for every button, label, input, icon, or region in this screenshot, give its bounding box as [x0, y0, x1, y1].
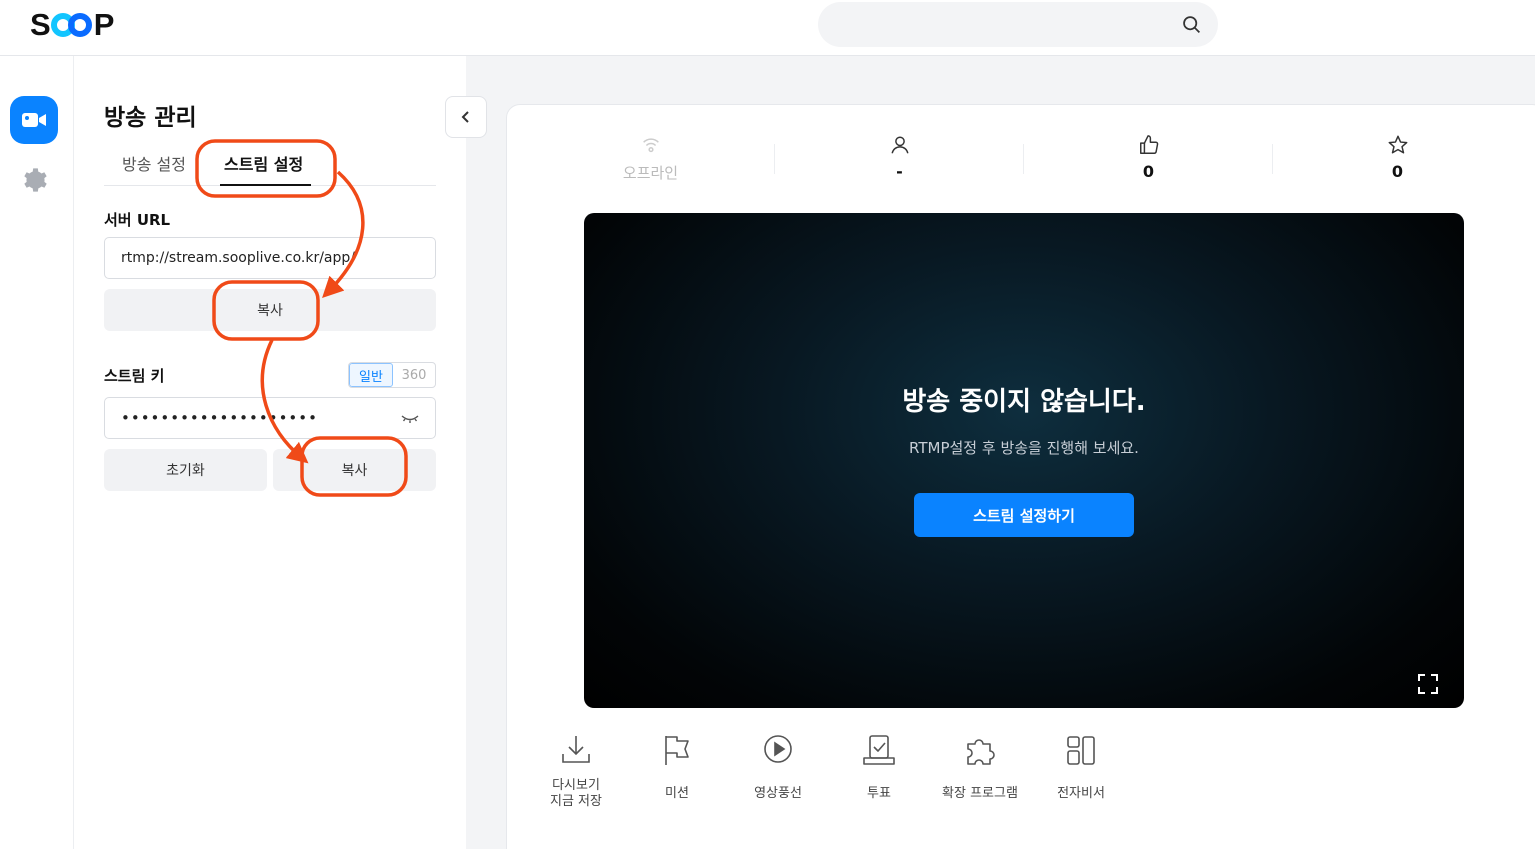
tab-broadcast-settings[interactable]: 방송 설정: [122, 152, 186, 186]
left-rail: [0, 56, 74, 849]
stat-viewers-value: -: [896, 162, 903, 181]
flag-icon: [665, 736, 689, 765]
video-player[interactable]: 방송 중이지 않습니다. RTMP설정 후 방송을 진행해 보세요. 스트림 설…: [584, 213, 1464, 708]
stream-key-field[interactable]: ••••••••••••••••••••: [104, 397, 436, 439]
tool-replay-save-label: 다시보기 지금 저장: [550, 778, 602, 809]
download-icon: [562, 736, 590, 763]
stat-status: 오프라인: [526, 132, 775, 190]
collapse-panel-button[interactable]: [445, 96, 487, 138]
tool-bar: 다시보기 지금 저장 미션 영상풍선 투표 확장 프로그램 전자비서: [530, 732, 1150, 822]
stat-viewers: -: [775, 132, 1024, 190]
stat-status-value: 오프라인: [622, 164, 679, 182]
stats-bar: 오프라인 - 0 0: [526, 132, 1522, 190]
stream-settings-button[interactable]: 스트림 설정하기: [914, 493, 1134, 537]
mode-normal-button[interactable]: 일반: [349, 363, 393, 387]
search-icon[interactable]: [1181, 14, 1202, 35]
tool-extensions-label: 확장 프로그램: [942, 786, 1018, 801]
tool-extensions[interactable]: 확장 프로그램: [934, 732, 1026, 802]
star-icon: [1388, 135, 1407, 154]
layout-icon: [1067, 736, 1095, 765]
copy-stream-key-button[interactable]: 복사: [273, 449, 436, 491]
tool-video-balloon[interactable]: 영상풍선: [732, 732, 824, 802]
reset-stream-key-button[interactable]: 초기화: [104, 449, 267, 491]
mode-360-button[interactable]: 360: [393, 363, 435, 387]
stream-key-label: 스트림 키: [104, 367, 165, 385]
server-url-label: 서버 URL: [104, 211, 171, 229]
logo-letter-p: P: [93, 7, 115, 42]
stream-key-value: ••••••••••••••••••••: [121, 409, 318, 427]
tool-assistant-label: 전자비서: [1057, 786, 1105, 801]
tool-vote-label: 투표: [867, 786, 891, 801]
vote-icon: [863, 735, 895, 765]
tool-mission-label: 미션: [665, 786, 689, 801]
server-url-value: rtmp://stream.sooplive.co.kr/app/: [121, 250, 355, 266]
server-url-field[interactable]: rtmp://stream.sooplive.co.kr/app/: [104, 237, 436, 279]
thumbs-up-icon: [1139, 135, 1158, 154]
fullscreen-icon[interactable]: [1418, 674, 1438, 694]
signal-icon: [642, 138, 659, 153]
chevron-left-icon: [461, 111, 469, 123]
puzzle-icon: [967, 739, 995, 765]
offline-title: 방송 중이지 않습니다.: [902, 387, 1146, 417]
broadcast-nav-button[interactable]: [10, 96, 58, 144]
search-input[interactable]: [818, 2, 1218, 47]
tab-bar: 방송 설정 스트림 설정: [104, 152, 436, 186]
play-circle-icon: [764, 735, 792, 763]
logo-infinity-icon: [50, 13, 93, 37]
broadcast-management-panel: 방송 관리 방송 설정 스트림 설정 서버 URL rtmp://stream.…: [74, 56, 466, 849]
stat-favorites-value: 0: [1391, 162, 1404, 181]
eye-closed-icon[interactable]: [401, 411, 419, 425]
user-icon: [890, 136, 909, 154]
tool-video-balloon-label: 영상풍선: [754, 786, 802, 801]
offline-subtitle: RTMP설정 후 방송을 진행해 보세요.: [909, 439, 1139, 457]
video-camera-icon: [22, 113, 46, 127]
tool-assistant[interactable]: 전자비서: [1035, 732, 1127, 802]
tool-vote[interactable]: 투표: [833, 732, 925, 802]
tab-stream-settings[interactable]: 스트림 설정: [219, 152, 312, 186]
stat-likes-value: 0: [1142, 162, 1155, 181]
soop-logo[interactable]: S P: [30, 7, 115, 42]
stat-likes: 0: [1024, 132, 1273, 190]
stat-favorites: 0: [1273, 132, 1522, 190]
copy-server-url-button[interactable]: 복사: [104, 289, 436, 331]
logo-letter-s: S: [30, 7, 51, 42]
stream-key-mode-toggle: 일반 360: [348, 362, 436, 388]
tool-replay-save[interactable]: 다시보기 지금 저장: [530, 732, 622, 810]
gear-icon[interactable]: [20, 166, 48, 194]
page-title: 방송 관리: [104, 105, 197, 131]
tool-mission[interactable]: 미션: [631, 732, 723, 802]
top-bar: S P: [0, 0, 1535, 56]
